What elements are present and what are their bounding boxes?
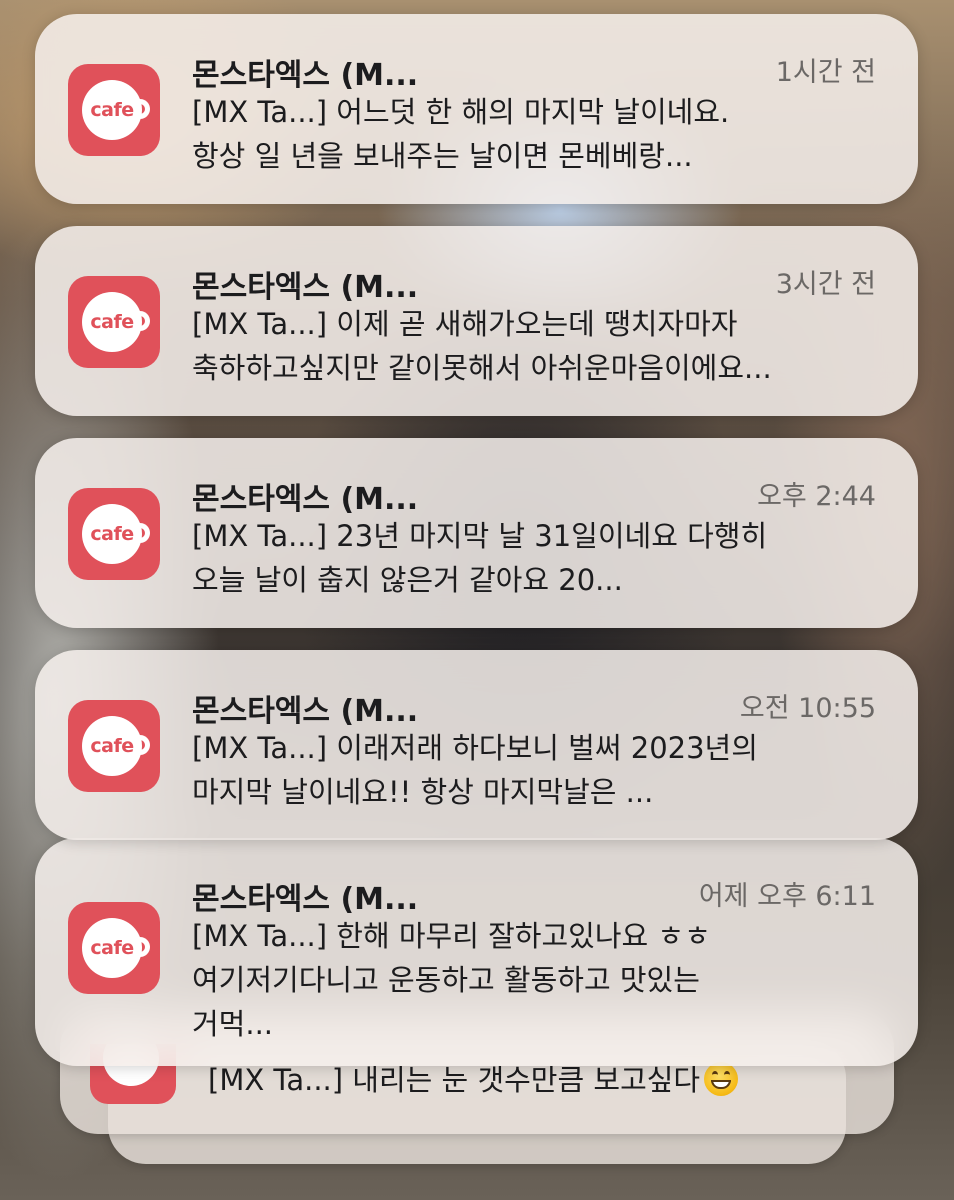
cafe-app-icon: cafe (68, 700, 160, 792)
cafe-app-icon: cafe (68, 902, 160, 994)
notification-card[interactable]: cafe 몬스타엑스 (M... 오전 10:55 [MX Ta...] 이래저… (35, 650, 918, 840)
notification-body: [MX Ta...] 23년 마지막 날 31일이네요 다행히 오늘 날이 춥지… (192, 519, 768, 597)
notification-time: 오전 10:55 (739, 693, 876, 724)
cafe-app-icon-label: cafe (90, 311, 134, 333)
cafe-app-icon: cafe (68, 276, 160, 368)
notification-time: 3시간 전 (775, 269, 876, 300)
notification-body: [MX Ta...] 이래저래 하다보니 벌써 2023년의 마지막 날이네요!… (192, 731, 758, 809)
notification-body: [MX Ta...] 어느덧 한 해의 마지막 날이네요. 항상 일 년을 보내… (192, 95, 730, 173)
notification-card[interactable]: cafe 몬스타엑스 (M... 1시간 전 [MX Ta...] 어느덧 한 … (35, 14, 918, 204)
cafe-app-icon-label: cafe (90, 523, 134, 545)
notification-time: 어제 오후 6:11 (698, 881, 876, 912)
notification-title: 몬스타엑스 (M... (192, 270, 419, 305)
notification-body: [MX Ta...] 내리는 눈 갯수만큼 보고싶다 (208, 1063, 701, 1097)
grinning-face-emoji-icon (704, 1062, 739, 1096)
notification-body: [MX Ta...] 이제 곧 새해가오는데 땡치자마자 축하하고싶지만 같이못… (192, 307, 772, 385)
cafe-app-icon-label: cafe (90, 99, 134, 121)
notification-time: 1시간 전 (775, 57, 876, 88)
cafe-app-icon: cafe (68, 64, 160, 156)
notification-title: 몬스타엑스 (M... (192, 882, 419, 917)
notification-title: 몬스타엑스 (M... (192, 694, 419, 729)
notification-card[interactable]: cafe 몬스타엑스 (M... 어제 오후 6:11 [MX Ta...] 한… (35, 838, 918, 1066)
notification-title: 몬스타엑스 (M... (192, 58, 419, 93)
notification-body: [MX Ta...] 한해 마무리 잘하고있나요 ㅎㅎ 여기저기다니고 운동하고… (192, 919, 711, 1041)
notification-title: 몬스타엑스 (M... (192, 482, 419, 517)
cafe-app-icon-label: cafe (90, 735, 134, 757)
notification-time: 오후 2:44 (757, 481, 876, 512)
cafe-app-icon-label: cafe (90, 937, 134, 959)
notification-card[interactable]: cafe 몬스타엑스 (M... 3시간 전 [MX Ta...] 이제 곧 새… (35, 226, 918, 416)
cafe-app-icon: cafe (68, 488, 160, 580)
notification-card[interactable]: cafe 몬스타엑스 (M... 오후 2:44 [MX Ta...] 23년 … (35, 438, 918, 628)
